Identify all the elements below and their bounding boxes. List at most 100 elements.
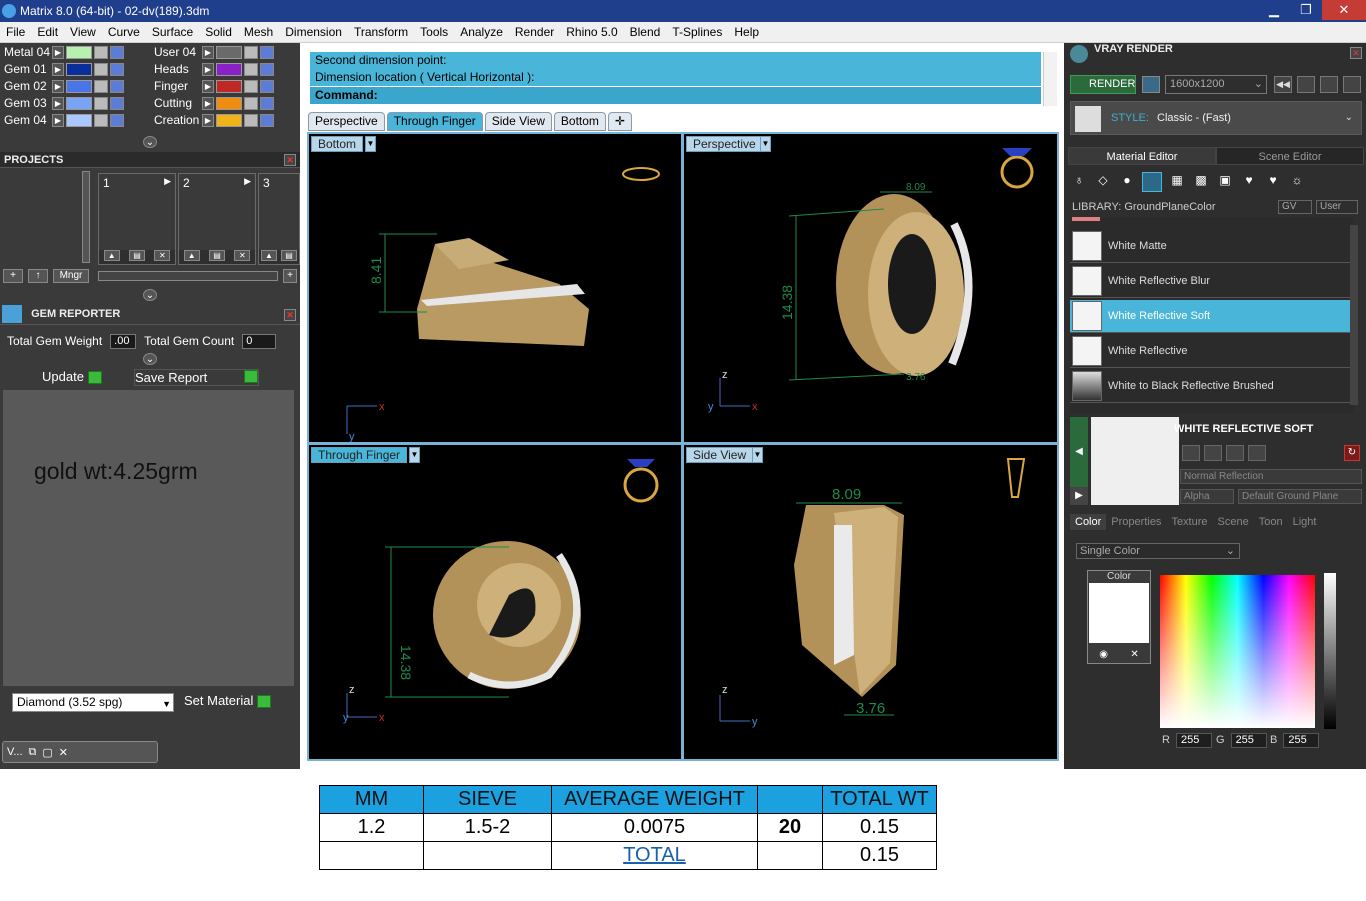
projects-close-icon[interactable]: ✕: [284, 154, 296, 166]
save-icon[interactable]: ▤: [128, 250, 145, 261]
menu-render[interactable]: Render: [509, 25, 560, 39]
ground-plane-select[interactable]: Default Ground Plane: [1238, 489, 1362, 504]
add-slot-button[interactable]: +: [283, 269, 297, 283]
menu-analyze[interactable]: Analyze: [454, 25, 509, 39]
color-picker[interactable]: [1160, 575, 1315, 728]
tab-texture[interactable]: Texture: [1166, 514, 1212, 530]
projects-scrollbar[interactable]: [82, 171, 90, 263]
save-icon[interactable]: ▤: [208, 250, 225, 261]
layer-row-right-1[interactable]: Heads ▶: [150, 61, 274, 77]
layer-row-right-4[interactable]: Creation ▶: [150, 112, 274, 128]
collapse-left-icon[interactable]: ◀: [1070, 417, 1088, 489]
minimize-button[interactable]: ▁: [1258, 0, 1290, 20]
heart-icon[interactable]: ♥: [1240, 173, 1258, 191]
blue-field[interactable]: B 255: [1270, 733, 1320, 748]
layer-color-swatch[interactable]: [66, 96, 92, 110]
layer-color-swatch[interactable]: [66, 79, 92, 93]
lock-icon[interactable]: [94, 96, 108, 110]
list-icon[interactable]: [1320, 76, 1338, 93]
layer-expand-icon[interactable]: ▶: [202, 113, 214, 127]
delete-icon[interactable]: ✕: [234, 250, 251, 261]
viewport-bottom[interactable]: Bottom ▼ 8.41 x y: [309, 134, 681, 442]
lock-icon[interactable]: [94, 62, 108, 76]
tab-scene[interactable]: Scene: [1213, 514, 1254, 530]
layer-color-swatch[interactable]: [66, 62, 92, 76]
notes-area[interactable]: gold wt:4.25grm: [3, 390, 294, 686]
menu-transform[interactable]: Transform: [348, 25, 414, 39]
resolution-select[interactable]: 1600x1200 ⌄: [1165, 75, 1267, 94]
visibility-icon[interactable]: [110, 79, 124, 93]
material-item[interactable]: White Matte: [1070, 230, 1350, 263]
rewind-icon[interactable]: ◀◀: [1274, 76, 1292, 93]
delete-icon[interactable]: ✕: [154, 250, 171, 261]
menu-curve[interactable]: Curve: [102, 25, 146, 39]
material-scrollbar[interactable]: [1350, 225, 1358, 405]
layer-color-swatch[interactable]: [216, 79, 242, 93]
blue-value[interactable]: 255: [1283, 733, 1320, 748]
layer-color-swatch[interactable]: [66, 45, 92, 59]
ground-plane-icon[interactable]: [1142, 172, 1162, 192]
lock-icon[interactable]: [94, 45, 108, 59]
material-item[interactable]: White Reflective Blur: [1070, 265, 1350, 298]
menu-tools[interactable]: Tools: [414, 25, 454, 39]
layer-expand-icon[interactable]: ▶: [52, 62, 64, 76]
style-select[interactable]: STYLE: Classic - (Fast) ⌄: [1070, 101, 1362, 135]
lock-icon[interactable]: [244, 113, 258, 127]
projects-slider[interactable]: [98, 271, 278, 281]
layer-row-left-0[interactable]: Metal 04 ▶: [0, 44, 124, 60]
lock-icon[interactable]: [94, 113, 108, 127]
menu-view[interactable]: View: [64, 25, 102, 39]
collapse-gem-icon[interactable]: ⌄: [143, 353, 157, 365]
render-button[interactable]: RENDER: [1070, 75, 1136, 94]
layer-color-swatch[interactable]: [216, 62, 242, 76]
layer-row-left-1[interactable]: Gem 01 ▶: [0, 61, 124, 77]
color-swatch[interactable]: [1089, 583, 1149, 643]
material-item-selected[interactable]: White Reflective Soft: [1070, 300, 1350, 333]
refresh-icon[interactable]: ↻: [1344, 445, 1360, 461]
sphere-icon[interactable]: ●: [1118, 173, 1136, 191]
upload-icon[interactable]: ▲: [103, 250, 120, 261]
collapse-projects-icon[interactable]: ⌄: [143, 289, 157, 301]
visibility-icon[interactable]: [110, 96, 124, 110]
lock-icon[interactable]: [244, 79, 258, 93]
alpha-field[interactable]: Alpha: [1180, 489, 1234, 504]
viewport-perspective[interactable]: Perspective ▼ 14.38 8.09 3.76 x y z: [684, 134, 1057, 442]
menu-file[interactable]: File: [0, 25, 31, 39]
metal-icon[interactable]: ♁: [1070, 173, 1088, 191]
tab-material-editor[interactable]: Material Editor: [1068, 147, 1216, 165]
visibility-icon[interactable]: [260, 45, 274, 59]
command-prompt[interactable]: Command:: [310, 87, 1041, 104]
lock-icon[interactable]: [244, 62, 258, 76]
menu-rhino[interactable]: Rhino 5.0: [560, 25, 623, 39]
reflection-select[interactable]: Normal Reflection: [1180, 469, 1362, 484]
checker-icon[interactable]: ▣: [1216, 173, 1234, 191]
material-item[interactable]: White to Black Reflective Brushed: [1070, 370, 1350, 403]
layer-row-right-2[interactable]: Finger ▶: [150, 78, 274, 94]
heart-alt-icon[interactable]: ♥: [1264, 173, 1282, 191]
tab-bottom[interactable]: Bottom: [553, 112, 606, 131]
render-settings-icon[interactable]: [1297, 76, 1315, 93]
project-arrow-icon[interactable]: ▶: [244, 176, 251, 187]
gem-type-select[interactable]: Diamond (3.52 spg) ▼: [12, 693, 174, 712]
gv-toggle[interactable]: GV: [1278, 200, 1312, 214]
lock-icon[interactable]: [244, 45, 258, 59]
add-project-button[interactable]: +: [3, 269, 23, 283]
print-icon[interactable]: [1182, 445, 1200, 461]
visibility-icon[interactable]: [260, 62, 274, 76]
save-report-button[interactable]: Save Report: [134, 369, 259, 386]
project-slot-1[interactable]: 1 ▶ ▲ ▤ ✕: [98, 173, 176, 265]
tab-light[interactable]: Light: [1288, 514, 1322, 530]
light-icon[interactable]: ☼: [1288, 173, 1306, 191]
menu-dimension[interactable]: Dimension: [279, 25, 348, 39]
visibility-icon[interactable]: [110, 113, 124, 127]
manager-button[interactable]: Mngr: [53, 269, 89, 283]
layer-row-left-2[interactable]: Gem 02 ▶: [0, 78, 124, 94]
project-slot-2[interactable]: 2 ▶ ▲ ▤ ✕: [178, 173, 256, 265]
red-value[interactable]: 255: [1175, 733, 1212, 748]
menu-help[interactable]: Help: [728, 25, 765, 39]
tab-color[interactable]: Color: [1070, 514, 1107, 530]
import-icon[interactable]: [1248, 445, 1266, 461]
layer-expand-icon[interactable]: ▶: [52, 45, 64, 59]
tab-perspective[interactable]: Perspective: [308, 112, 385, 131]
layer-row-left-4[interactable]: Gem 04 ▶: [0, 112, 124, 128]
